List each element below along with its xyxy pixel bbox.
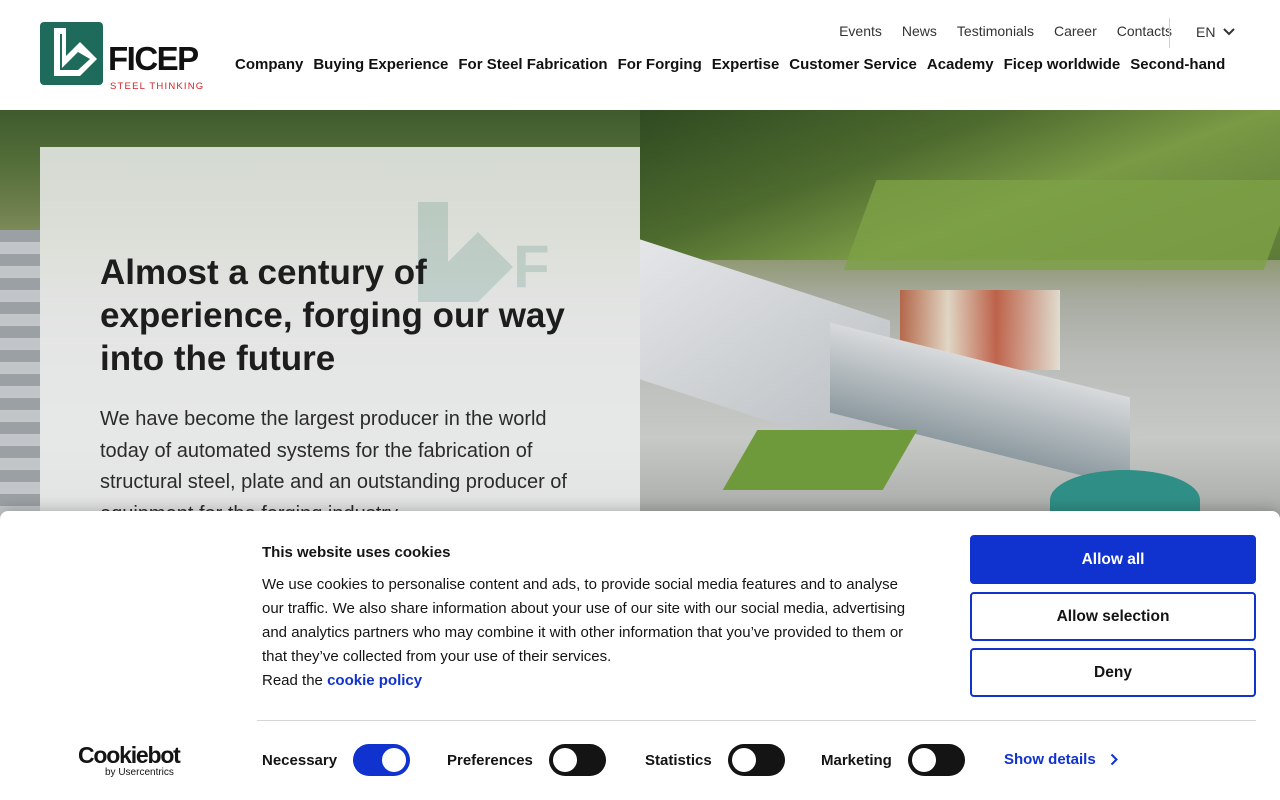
hero-image-roofs	[0, 230, 40, 520]
preferences-switch[interactable]	[548, 744, 606, 776]
allow-all-button[interactable]: Allow all	[970, 535, 1256, 584]
topnav-item-career[interactable]: Career	[1054, 23, 1097, 39]
statistics-switch[interactable]	[727, 744, 785, 776]
language-selector[interactable]: EN	[1196, 24, 1236, 40]
hero-image-field	[843, 180, 1280, 270]
mainnav-item-expertise[interactable]: Expertise	[712, 56, 780, 73]
cookie-policy-link[interactable]: cookie policy	[327, 672, 422, 689]
topnav-item-contacts[interactable]: Contacts	[1117, 23, 1172, 39]
mainnav-item-second-hand[interactable]: Second-hand	[1130, 56, 1225, 73]
hero-description: We have become the largest producer in t…	[100, 408, 567, 520]
toggle-marketing: Marketing	[821, 744, 965, 776]
cookiebot-by-text: by Usercentrics	[105, 767, 174, 778]
mainnav-item-buying-experience[interactable]: Buying Experience	[313, 56, 448, 73]
marketing-switch[interactable]	[907, 744, 965, 776]
mainnav-item-company[interactable]: Company	[235, 56, 303, 73]
main-nav: Company Buying Experience For Steel Fabr…	[235, 56, 1225, 73]
cookie-policy-prefix: Read the	[262, 672, 323, 689]
cookie-title: This website uses cookies	[262, 544, 451, 561]
ficep-logo-mark-icon	[40, 22, 103, 85]
language-label: EN	[1196, 24, 1216, 40]
topnav-item-testimonials[interactable]: Testimonials	[957, 23, 1034, 39]
mainnav-item-steel-fabrication[interactable]: For Steel Fabrication	[458, 56, 607, 73]
chevron-right-icon	[1110, 753, 1118, 766]
toggle-necessary: Necessary	[262, 744, 411, 776]
deny-button[interactable]: Deny	[970, 648, 1256, 697]
toggle-preferences: Preferences	[447, 744, 606, 776]
hero-title: Almost a century of experience, forging …	[100, 253, 565, 378]
allow-selection-button[interactable]: Allow selection	[970, 592, 1256, 641]
mainnav-item-forging[interactable]: For Forging	[618, 56, 702, 73]
chevron-down-icon	[1223, 28, 1236, 36]
site-header: FICEP STEEL THINKING Events News Testimo…	[0, 0, 1280, 110]
toggle-label: Statistics	[645, 751, 712, 769]
toggle-statistics: Statistics	[645, 744, 785, 776]
mainnav-item-customer-service[interactable]: Customer Service	[789, 56, 917, 73]
show-details-link[interactable]: Show details	[1004, 751, 1118, 768]
logo-tagline: STEEL THINKING	[110, 81, 205, 92]
logo-wordmark: FICEP	[108, 40, 199, 77]
toggle-label: Necessary	[262, 751, 338, 769]
cookiebot-name: Cookiebot	[78, 742, 181, 768]
toggle-label: Preferences	[447, 751, 533, 769]
topnav-item-news[interactable]: News	[902, 23, 937, 39]
cookie-consent-banner: This website uses cookies We use cookies…	[0, 511, 1280, 800]
cookiebot-logo: Cookiebot by Usercentrics	[78, 743, 188, 783]
nav-divider	[1169, 18, 1170, 48]
topnav-item-events[interactable]: Events	[839, 23, 882, 39]
toggle-label: Marketing	[821, 751, 892, 769]
mainnav-item-academy[interactable]: Academy	[927, 56, 994, 73]
ficep-logo[interactable]: FICEP STEEL THINKING	[40, 22, 222, 92]
utility-nav: Events News Testimonials Career Contacts	[839, 23, 1172, 39]
hero-text-panel: F Almost a century of experience, forgin…	[40, 147, 640, 520]
cookie-policy-line: Read the cookie policy	[262, 669, 422, 693]
mainnav-item-worldwide[interactable]: Ficep worldwide	[1004, 56, 1121, 73]
cookie-body-text: We use cookies to personalise content an…	[262, 576, 906, 665]
hero-image-lawn	[722, 430, 918, 490]
show-details-label: Show details	[1004, 751, 1096, 768]
hero-section: F Almost a century of experience, forgin…	[0, 110, 1280, 520]
cookie-divider	[257, 720, 1256, 721]
necessary-switch[interactable]	[353, 744, 411, 776]
